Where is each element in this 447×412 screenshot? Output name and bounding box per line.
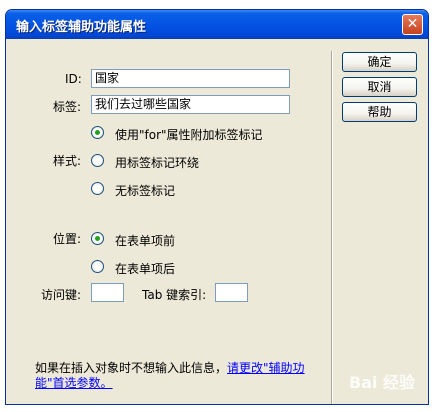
style-option-none-label[interactable]: 无标签标记 bbox=[115, 182, 175, 199]
access-key-label: 访问键: bbox=[41, 288, 82, 302]
cancel-button[interactable]: 取消 bbox=[342, 77, 417, 97]
style-option-wrap-radio[interactable] bbox=[91, 154, 104, 167]
preferences-note: 如果在插入对象时不想输入此信息，请更改"辅助功能"首选参数。 bbox=[35, 361, 305, 391]
id-field[interactable]: 国家 bbox=[91, 69, 290, 88]
dialog-window: 输入标签辅助功能属性 ✕ 确定 取消 帮助 ID: 国家 标签: 我们去过哪些国… bbox=[5, 9, 429, 405]
style-option-wrap-label[interactable]: 用标签标记环绕 bbox=[115, 154, 199, 171]
id-label: ID: bbox=[65, 72, 82, 86]
position-option-after-radio[interactable] bbox=[91, 260, 104, 273]
style-option-none-radio[interactable] bbox=[91, 182, 104, 195]
help-button[interactable]: 帮助 bbox=[342, 102, 417, 122]
tab-index-label: Tab 键索引: bbox=[142, 288, 207, 302]
vertical-separator bbox=[331, 51, 333, 404]
style-option-for-attribute-radio[interactable] bbox=[91, 126, 104, 139]
position-option-before-radio[interactable] bbox=[91, 232, 104, 245]
close-icon: ✕ bbox=[406, 16, 419, 32]
dialog-title: 输入标签辅助功能属性 bbox=[16, 20, 147, 35]
tab-index-field[interactable] bbox=[215, 283, 248, 302]
position-option-after-label[interactable]: 在表单项后 bbox=[115, 260, 175, 277]
position-option-before-label[interactable]: 在表单项前 bbox=[115, 232, 175, 249]
position-label: 位置: bbox=[53, 232, 82, 246]
ok-button[interactable]: 确定 bbox=[342, 52, 417, 72]
close-button[interactable]: ✕ bbox=[402, 14, 423, 35]
preferences-note-text: 如果在插入对象时不想输入此信息， bbox=[35, 361, 228, 375]
label-label: 标签: bbox=[53, 100, 82, 114]
access-key-field[interactable] bbox=[91, 283, 124, 302]
watermark: Bai 经验 bbox=[348, 373, 415, 392]
style-option-for-attribute-label[interactable]: 使用"for"属性附加标签标记 bbox=[115, 126, 263, 143]
style-label: 样式: bbox=[53, 154, 82, 168]
title-bar[interactable]: 输入标签辅助功能属性 ✕ bbox=[6, 10, 428, 39]
dialog-body: 确定 取消 帮助 ID: 国家 标签: 我们去过哪些国家 样式: 使用"for"… bbox=[9, 39, 425, 404]
label-field[interactable]: 我们去过哪些国家 bbox=[91, 95, 290, 114]
